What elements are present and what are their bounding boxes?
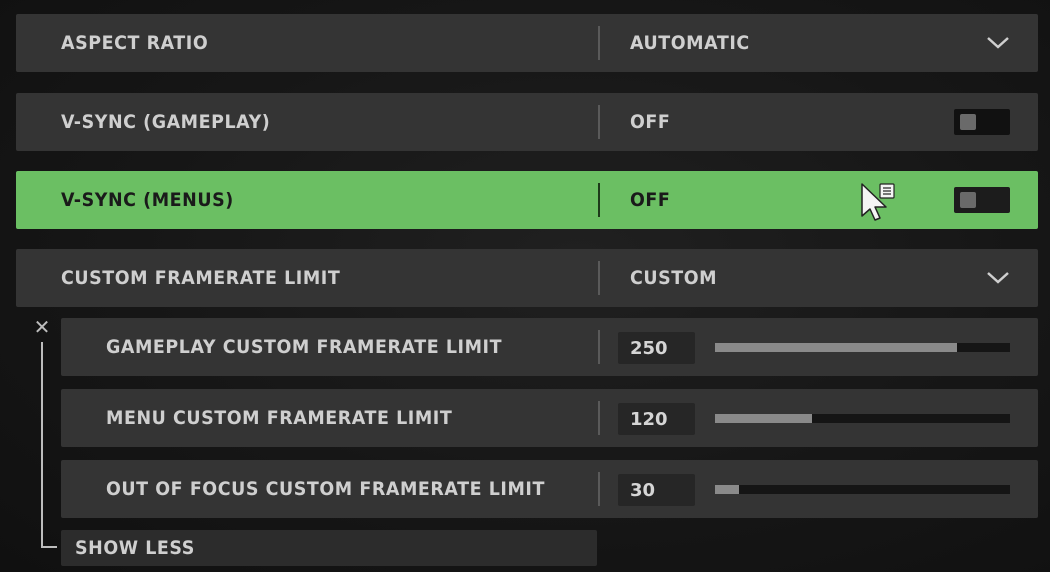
aspect-ratio-label: ASPECT RATIO — [61, 32, 209, 54]
tree-connector-vertical — [41, 342, 43, 547]
row-divider — [598, 105, 600, 139]
row-divider — [598, 401, 600, 435]
row-divider — [598, 472, 600, 506]
row-divider — [598, 183, 600, 217]
menu-framerate-slider[interactable] — [715, 414, 1010, 423]
vsync-gameplay-label: V-SYNC (GAMEPLAY) — [61, 111, 271, 133]
vsync-gameplay-value: OFF — [630, 111, 671, 133]
out-of-focus-framerate-input[interactable]: 30 — [618, 474, 695, 506]
slider-fill — [715, 485, 739, 494]
row-divider — [598, 26, 600, 60]
aspect-ratio-row[interactable]: ASPECT RATIO AUTOMATIC — [16, 14, 1038, 72]
show-less-button[interactable]: SHOW LESS — [61, 530, 597, 566]
gameplay-framerate-input[interactable]: 250 — [618, 332, 695, 364]
out-of-focus-framerate-label: OUT OF FOCUS CUSTOM FRAMERATE LIMIT — [106, 478, 545, 500]
vsync-menus-label: V-SYNC (MENUS) — [61, 189, 234, 211]
gameplay-framerate-label: GAMEPLAY CUSTOM FRAMERATE LIMIT — [106, 336, 503, 358]
row-divider — [598, 261, 600, 295]
out-of-focus-framerate-slider[interactable] — [715, 485, 1010, 494]
menu-framerate-row[interactable]: MENU CUSTOM FRAMERATE LIMIT 120 — [61, 389, 1038, 447]
toggle-knob — [960, 114, 976, 130]
chevron-down-icon[interactable] — [986, 36, 1010, 50]
chevron-down-icon[interactable] — [986, 271, 1010, 285]
tree-connector-horizontal — [41, 546, 57, 548]
out-of-focus-framerate-row[interactable]: OUT OF FOCUS CUSTOM FRAMERATE LIMIT 30 — [61, 460, 1038, 518]
gameplay-framerate-slider[interactable] — [715, 343, 1010, 352]
close-icon[interactable]: ✕ — [33, 317, 51, 337]
toggle-knob — [960, 192, 976, 208]
vsync-menus-value: OFF — [630, 189, 671, 211]
custom-framerate-row[interactable]: CUSTOM FRAMERATE LIMIT CUSTOM — [16, 249, 1038, 307]
mouse-pointer-icon — [861, 183, 895, 221]
custom-framerate-value: CUSTOM — [630, 267, 718, 289]
slider-fill — [715, 414, 813, 423]
menu-framerate-input[interactable]: 120 — [618, 403, 695, 435]
custom-framerate-label: CUSTOM FRAMERATE LIMIT — [61, 267, 341, 289]
vsync-gameplay-toggle[interactable] — [954, 109, 1010, 135]
show-less-label: SHOW LESS — [75, 537, 195, 559]
vsync-menus-toggle[interactable] — [954, 187, 1010, 213]
vsync-gameplay-row[interactable]: V-SYNC (GAMEPLAY) OFF — [16, 93, 1038, 151]
aspect-ratio-value: AUTOMATIC — [630, 32, 750, 54]
slider-fill — [715, 343, 957, 352]
row-divider — [598, 330, 600, 364]
gameplay-framerate-row[interactable]: GAMEPLAY CUSTOM FRAMERATE LIMIT 250 — [61, 318, 1038, 376]
menu-framerate-label: MENU CUSTOM FRAMERATE LIMIT — [106, 407, 453, 429]
